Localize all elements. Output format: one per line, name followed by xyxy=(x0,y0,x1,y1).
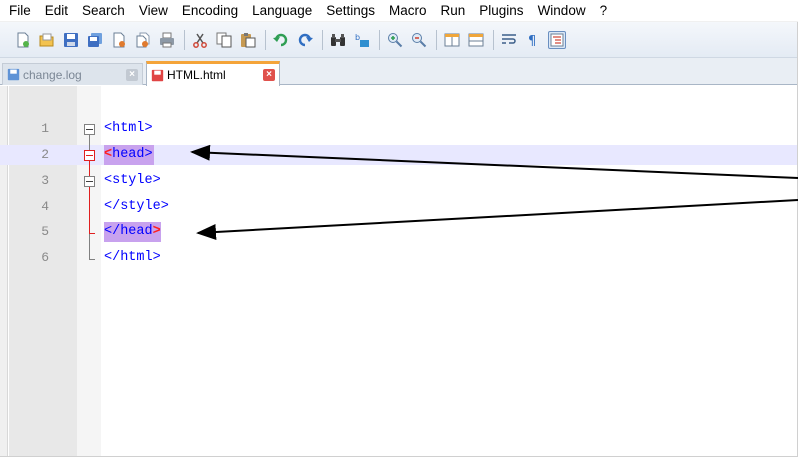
tag-name: head> xyxy=(112,147,153,162)
close-all-icon[interactable] xyxy=(134,31,152,49)
menu-file[interactable]: File xyxy=(2,0,38,22)
editor-left-border xyxy=(0,86,8,457)
tab-label: HTML.html xyxy=(167,68,226,82)
code-line[interactable]: 4 </style> xyxy=(0,197,798,217)
fold-toggle-icon[interactable] xyxy=(84,150,95,161)
cut-icon[interactable] xyxy=(191,31,209,49)
line-number: 1 xyxy=(41,121,49,136)
new-file-icon[interactable] xyxy=(14,31,32,49)
code-text: </style> xyxy=(104,199,169,214)
code-text-matched-tag: </head> xyxy=(104,222,161,242)
redo-icon[interactable] xyxy=(296,31,314,49)
line-number: 6 xyxy=(41,250,49,265)
tab-bar: change.log × HTML.html × xyxy=(0,58,798,86)
toolbar-separator xyxy=(493,29,494,50)
menu-run[interactable]: Run xyxy=(434,0,473,22)
menu-search[interactable]: Search xyxy=(75,0,132,22)
fold-guide-line xyxy=(89,161,90,233)
close-icon[interactable]: × xyxy=(126,68,138,81)
replace-icon[interactable]: b xyxy=(353,31,371,49)
sync-vertical-icon[interactable] xyxy=(443,31,461,49)
save-icon[interactable] xyxy=(62,31,80,49)
paste-icon[interactable] xyxy=(239,31,257,49)
show-all-chars-icon[interactable]: ¶ xyxy=(524,31,542,49)
tab-label: change.log xyxy=(23,67,82,82)
zoom-in-icon[interactable] xyxy=(386,31,404,49)
word-wrap-icon[interactable] xyxy=(500,31,518,49)
toolbar-separator xyxy=(184,29,185,50)
menu-bar: File Edit Search View Encoding Language … xyxy=(0,0,798,22)
svg-text:b: b xyxy=(355,33,360,42)
menu-window[interactable]: Window xyxy=(531,0,593,22)
toolbar: b ¶ xyxy=(0,22,798,58)
toolbar-separator xyxy=(436,29,437,50)
menu-view[interactable]: View xyxy=(132,0,175,22)
indent-guide-icon[interactable] xyxy=(548,30,566,49)
line-number: 3 xyxy=(41,173,49,188)
bracket-highlight: < xyxy=(104,147,113,162)
code-line[interactable]: 6 </html> xyxy=(0,248,798,268)
undo-icon[interactable] xyxy=(272,31,290,49)
code-text-matched-tag: <head> xyxy=(104,145,154,165)
toolbar-separator xyxy=(322,29,323,50)
sync-horizontal-icon[interactable] xyxy=(467,31,485,49)
toolbar-separator xyxy=(265,29,266,50)
file-modified-icon xyxy=(151,69,164,81)
editor-area[interactable] xyxy=(0,86,798,457)
toolbar-separator xyxy=(379,29,380,50)
menu-macro[interactable]: Macro xyxy=(382,0,434,22)
code-line[interactable]: 1 <html> xyxy=(0,119,798,139)
tag-name: </head xyxy=(104,224,153,239)
code-text: <html> xyxy=(104,121,153,136)
fold-end-marker xyxy=(89,259,95,260)
open-file-icon[interactable] xyxy=(38,31,56,49)
code-text: <style> xyxy=(104,173,161,188)
find-icon[interactable] xyxy=(329,31,347,49)
file-saved-icon xyxy=(7,68,20,81)
menu-settings[interactable]: Settings xyxy=(319,0,382,22)
line-number: 4 xyxy=(41,199,49,214)
line-number-gutter xyxy=(9,86,77,457)
tab-html-html[interactable]: HTML.html × xyxy=(146,61,280,86)
line-number: 2 xyxy=(41,147,49,162)
close-icon[interactable]: × xyxy=(263,69,275,81)
fold-toggle-icon[interactable] xyxy=(84,124,95,135)
code-text: </html> xyxy=(104,250,161,265)
menu-language[interactable]: Language xyxy=(245,0,319,22)
code-line-current[interactable]: 2 <head> xyxy=(0,145,798,165)
save-all-icon[interactable] xyxy=(86,31,104,49)
code-line[interactable]: 5 </head> xyxy=(0,222,798,242)
svg-text:¶: ¶ xyxy=(528,34,536,48)
menu-encoding[interactable]: Encoding xyxy=(175,0,245,22)
line-number: 5 xyxy=(41,224,49,239)
menu-help[interactable]: ? xyxy=(593,0,615,22)
fold-toggle-icon[interactable] xyxy=(84,176,95,187)
close-icon[interactable] xyxy=(110,31,128,49)
code-line[interactable]: 3 <style> xyxy=(0,171,798,191)
tab-change-log[interactable]: change.log × xyxy=(2,63,143,85)
menu-plugins[interactable]: Plugins xyxy=(472,0,530,22)
bracket-highlight: > xyxy=(152,224,161,239)
print-icon[interactable] xyxy=(158,31,176,49)
fold-end-marker xyxy=(89,233,95,234)
zoom-out-icon[interactable] xyxy=(410,31,428,49)
menu-edit[interactable]: Edit xyxy=(38,0,75,22)
copy-icon[interactable] xyxy=(215,31,233,49)
